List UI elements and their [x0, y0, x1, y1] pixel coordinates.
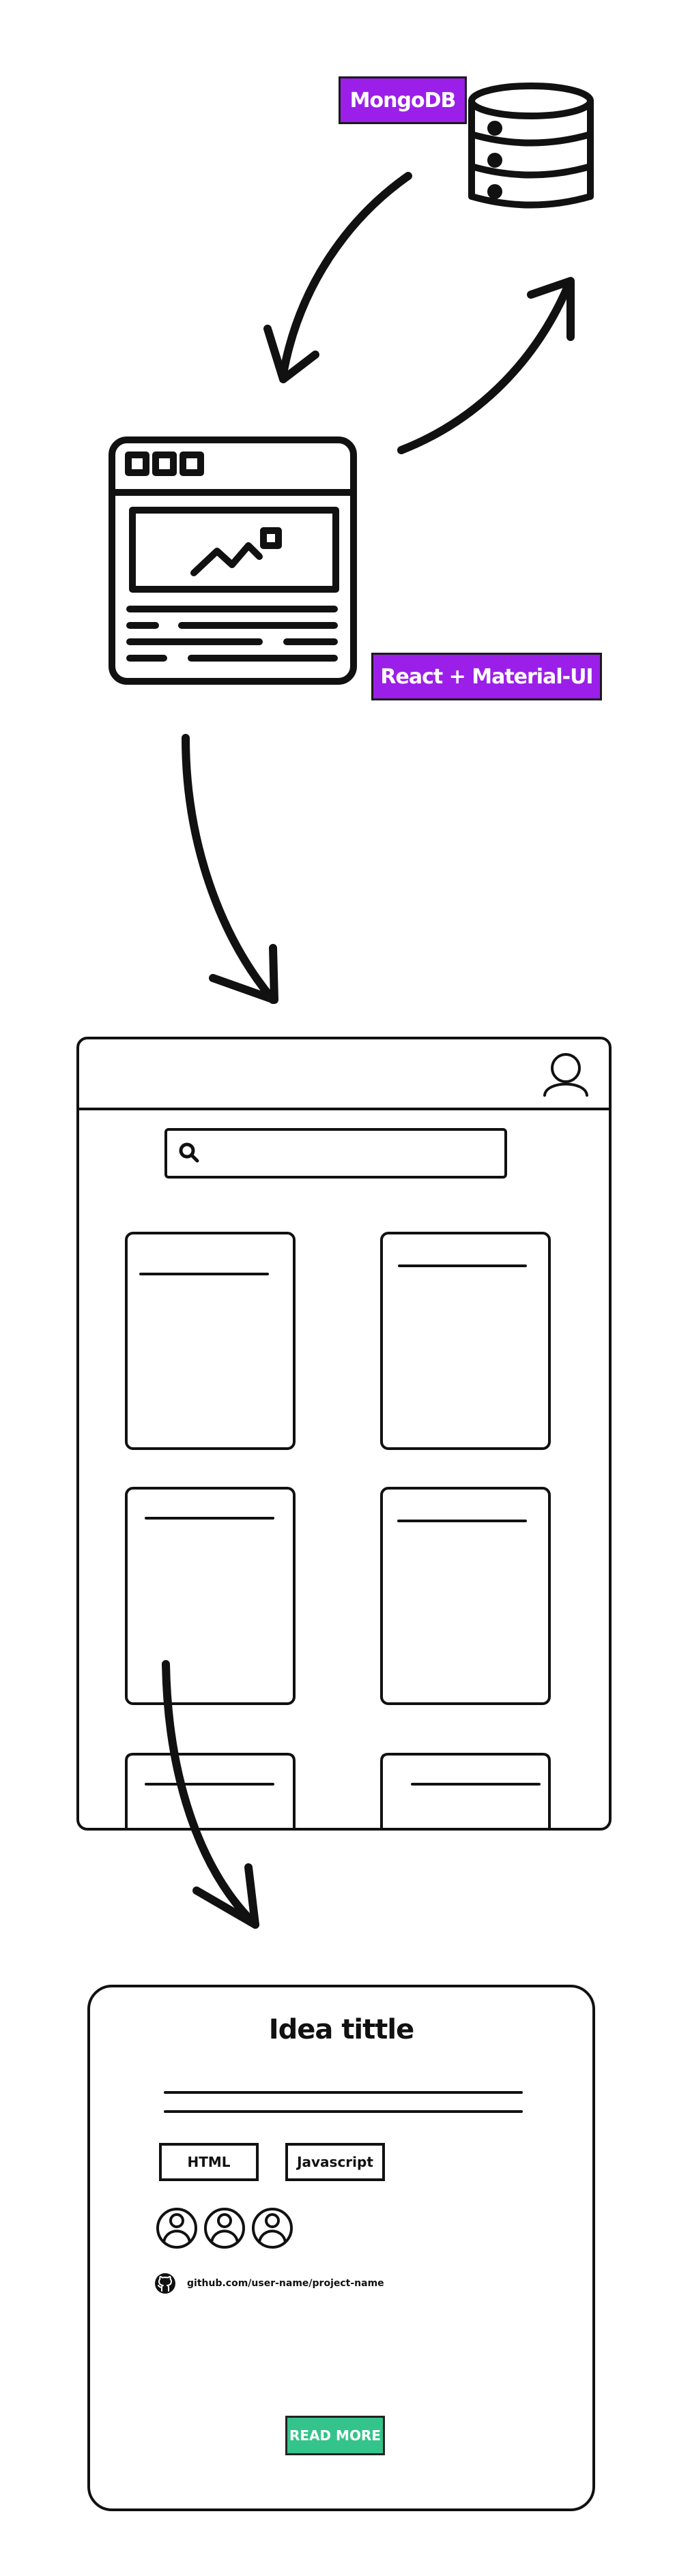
database-icon [468, 83, 594, 209]
wireframe-card-grid [125, 1232, 551, 1831]
avatar-icon [156, 2208, 197, 2249]
browser-window-icon [109, 436, 357, 685]
avatar-icon [204, 2208, 245, 2249]
react-material-ui-label: React + Material-UI [371, 653, 602, 700]
read-more-button[interactable]: READ MORE [285, 2416, 385, 2455]
member-avatars [156, 2208, 293, 2249]
wireframe-card [125, 1487, 296, 1705]
mongodb-label: MongoDB [339, 76, 467, 124]
arrow-db-to-frontend [263, 172, 412, 383]
arrow-frontend-to-app [182, 734, 278, 1004]
user-icon [543, 1053, 588, 1097]
github-icon [155, 2273, 175, 2294]
wireframe-card [125, 1753, 296, 1831]
tag-html[interactable]: HTML [159, 2143, 259, 2181]
search-icon [179, 1142, 199, 1163]
search-bar [164, 1128, 507, 1179]
wireframe-card [380, 1753, 551, 1831]
app-wireframe [76, 1037, 612, 1831]
avatar-icon [252, 2208, 293, 2249]
idea-title: Idea tittle [268, 2014, 414, 2045]
github-repo-link[interactable]: github.com/user-name/project-name [187, 2278, 384, 2289]
architecture-diagram [76, 83, 612, 2511]
wireframe-card [125, 1232, 296, 1450]
arrow-frontend-to-db [397, 277, 575, 454]
tag-javascript[interactable]: Javascript [285, 2143, 385, 2181]
